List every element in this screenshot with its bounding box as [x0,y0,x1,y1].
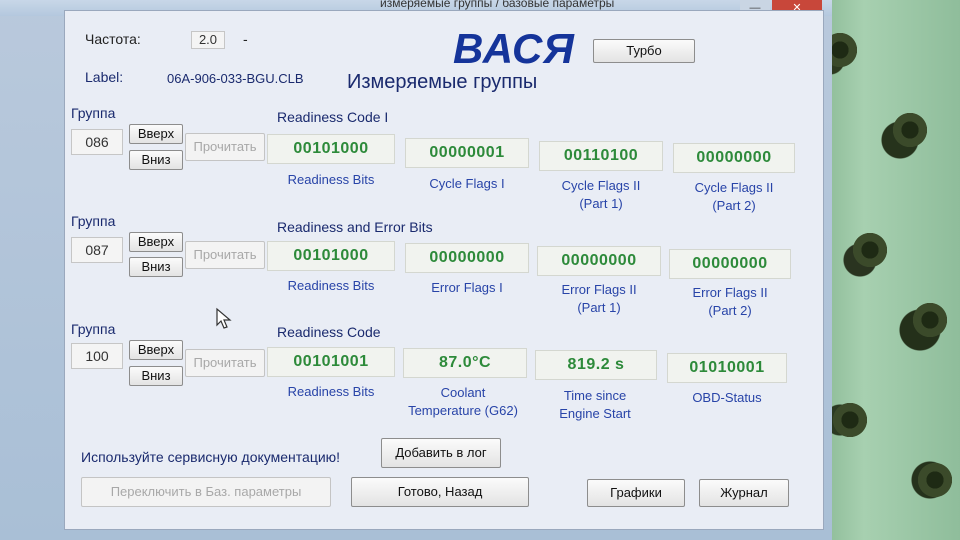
group-title: Readiness Code [277,324,381,340]
mouse-cursor-icon [216,307,232,329]
field-value: 00101001 [267,347,395,377]
wallpaper-flower [830,400,870,440]
field-caption: Error Flags II (Part 2) [692,285,768,318]
turbo-button[interactable]: Турбо [593,39,695,63]
switch-basic-params-button[interactable]: Переключить в Баз. параметры [81,477,331,507]
app-window: измеряемые группы / базовые параметры — … [0,0,832,540]
group-up-button[interactable]: Вверх [129,340,183,360]
field-caption: OBD-Status [692,390,762,405]
field-value: 01010001 [667,353,787,383]
app-logo: ВАСЯ [453,25,575,72]
section-title: Измеряемые группы [347,71,538,93]
group-label: Группа [71,213,116,229]
wallpaper-flower [915,460,955,500]
group-label: Группа [71,321,116,337]
field-value: 00101000 [267,134,395,164]
label-file: 06A-906-033-BGU.CLB [167,71,304,86]
wallpaper-flower [910,300,950,340]
group-title: Readiness Code I [277,109,389,125]
group-up-button[interactable]: Вверх [129,124,183,144]
field-value: 00110100 [539,141,663,171]
field-value: 00000000 [405,243,529,273]
field-caption: Cycle Flags II (Part 2) [694,180,774,213]
service-doc-hint: Используйте сервисную документацию! [81,449,341,465]
read-button[interactable]: Прочитать [185,241,265,269]
field-caption: Error Flags II (Part 1) [561,282,637,315]
field-value: 00101000 [267,241,395,271]
field-caption: Cycle Flags II (Part 1) [561,178,641,211]
field-caption: Readiness Bits [287,384,375,399]
journal-button[interactable]: Журнал [699,479,789,507]
done-back-button[interactable]: Готово, Назад [351,477,529,507]
field-value: 00000001 [405,138,529,168]
field-value: 00000000 [669,249,791,279]
add-to-log-button[interactable]: Добавить в лог [381,438,501,468]
measuring-groups-panel: Частота: 2.0 - ВАСЯ Турбо Label: 06A-906… [64,10,824,530]
field-value: 87.0°C [403,348,527,378]
wallpaper-flower [890,110,930,150]
group-up-button[interactable]: Вверх [129,232,183,252]
field-caption: Error Flags I [431,280,503,295]
window-title: измеряемые группы / базовые параметры [380,0,615,10]
group-number-input[interactable]: 087 [71,237,123,263]
label-key: Label: [85,69,124,85]
field-caption: Time since Engine Start [559,388,631,421]
frequency-dash: - [243,31,248,47]
read-button[interactable]: Прочитать [185,133,265,161]
group-down-button[interactable]: Вниз [129,257,183,277]
group-down-button[interactable]: Вниз [129,366,183,386]
field-value: 00000000 [537,246,661,276]
group-number-input[interactable]: 086 [71,129,123,155]
field-value: 00000000 [673,143,795,173]
group-number-input[interactable]: 100 [71,343,123,369]
frequency-label: Частота: [85,31,141,47]
graphs-button[interactable]: Графики [587,479,685,507]
read-button[interactable]: Прочитать [185,349,265,377]
wallpaper-flower [850,230,890,270]
group-title: Readiness and Error Bits [277,219,433,235]
field-value: 819.2 s [535,350,657,380]
field-caption: Readiness Bits [287,172,375,187]
group-down-button[interactable]: Вниз [129,150,183,170]
field-caption: Readiness Bits [287,278,375,293]
field-caption: Coolant Temperature (G62) [408,385,518,418]
frequency-value: 2.0 [191,31,225,49]
field-caption: Cycle Flags I [429,176,505,191]
group-label: Группа [71,105,116,121]
